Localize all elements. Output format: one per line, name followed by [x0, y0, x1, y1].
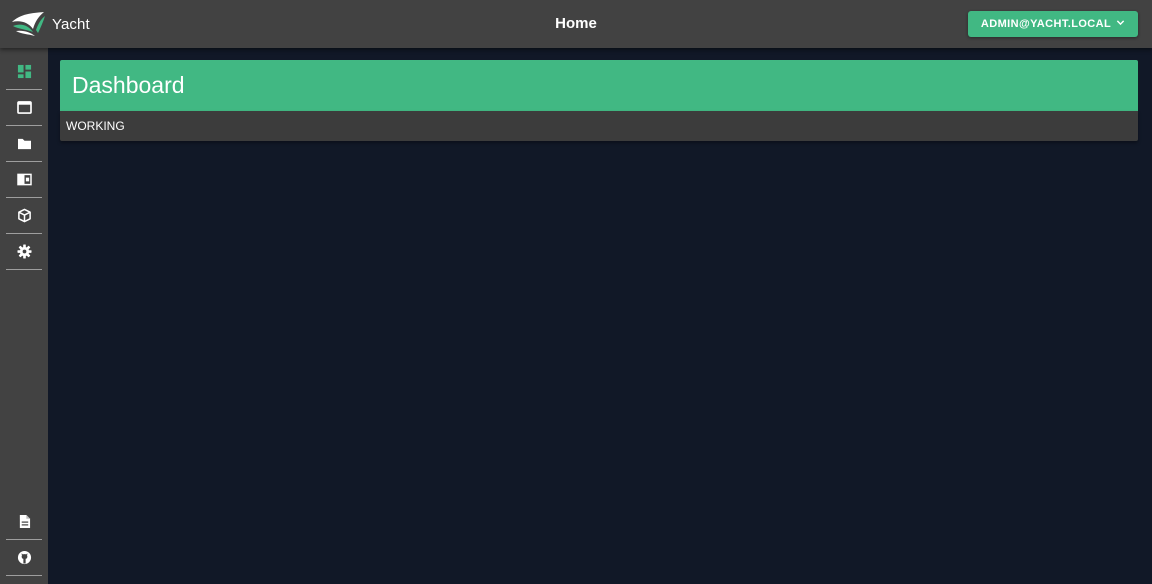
cube-icon [17, 208, 32, 223]
user-menu-label: ADMIN@YACHT.LOCAL [980, 18, 1112, 30]
gear-icon [16, 244, 32, 259]
sidebar-item-github[interactable] [6, 540, 42, 576]
chevron-down-icon [1116, 18, 1125, 30]
sidebar-item-templates[interactable] [6, 126, 42, 162]
view-dashboard-icon [17, 64, 32, 79]
top-app-bar: Yacht Home ADMIN@YACHT.LOCAL [0, 0, 1152, 48]
dashboard-status-text: WORKING [60, 111, 1138, 141]
sidebar-item-docs[interactable] [6, 504, 42, 540]
sidebar-item-settings[interactable] [6, 234, 42, 270]
yacht-sail-logo-icon [10, 10, 46, 38]
application-window-icon [16, 101, 32, 114]
brand[interactable]: Yacht [10, 10, 90, 38]
sidebar-item-resources[interactable] [6, 162, 42, 198]
sidebar-item-applications[interactable] [6, 90, 42, 126]
dashboard-card-title: Dashboard [60, 60, 1138, 111]
navigation-sidebar [0, 48, 48, 584]
sidebar-item-projects[interactable] [6, 198, 42, 234]
app-name: Yacht [52, 15, 90, 33]
dashboard-card: Dashboard WORKING [60, 60, 1138, 141]
sidebar-item-dashboard[interactable] [6, 54, 42, 90]
github-icon [17, 550, 32, 565]
folder-icon [17, 137, 32, 150]
user-menu-button[interactable]: ADMIN@YACHT.LOCAL [968, 11, 1138, 37]
file-document-icon [18, 514, 31, 529]
card-panel-icon [16, 173, 32, 186]
